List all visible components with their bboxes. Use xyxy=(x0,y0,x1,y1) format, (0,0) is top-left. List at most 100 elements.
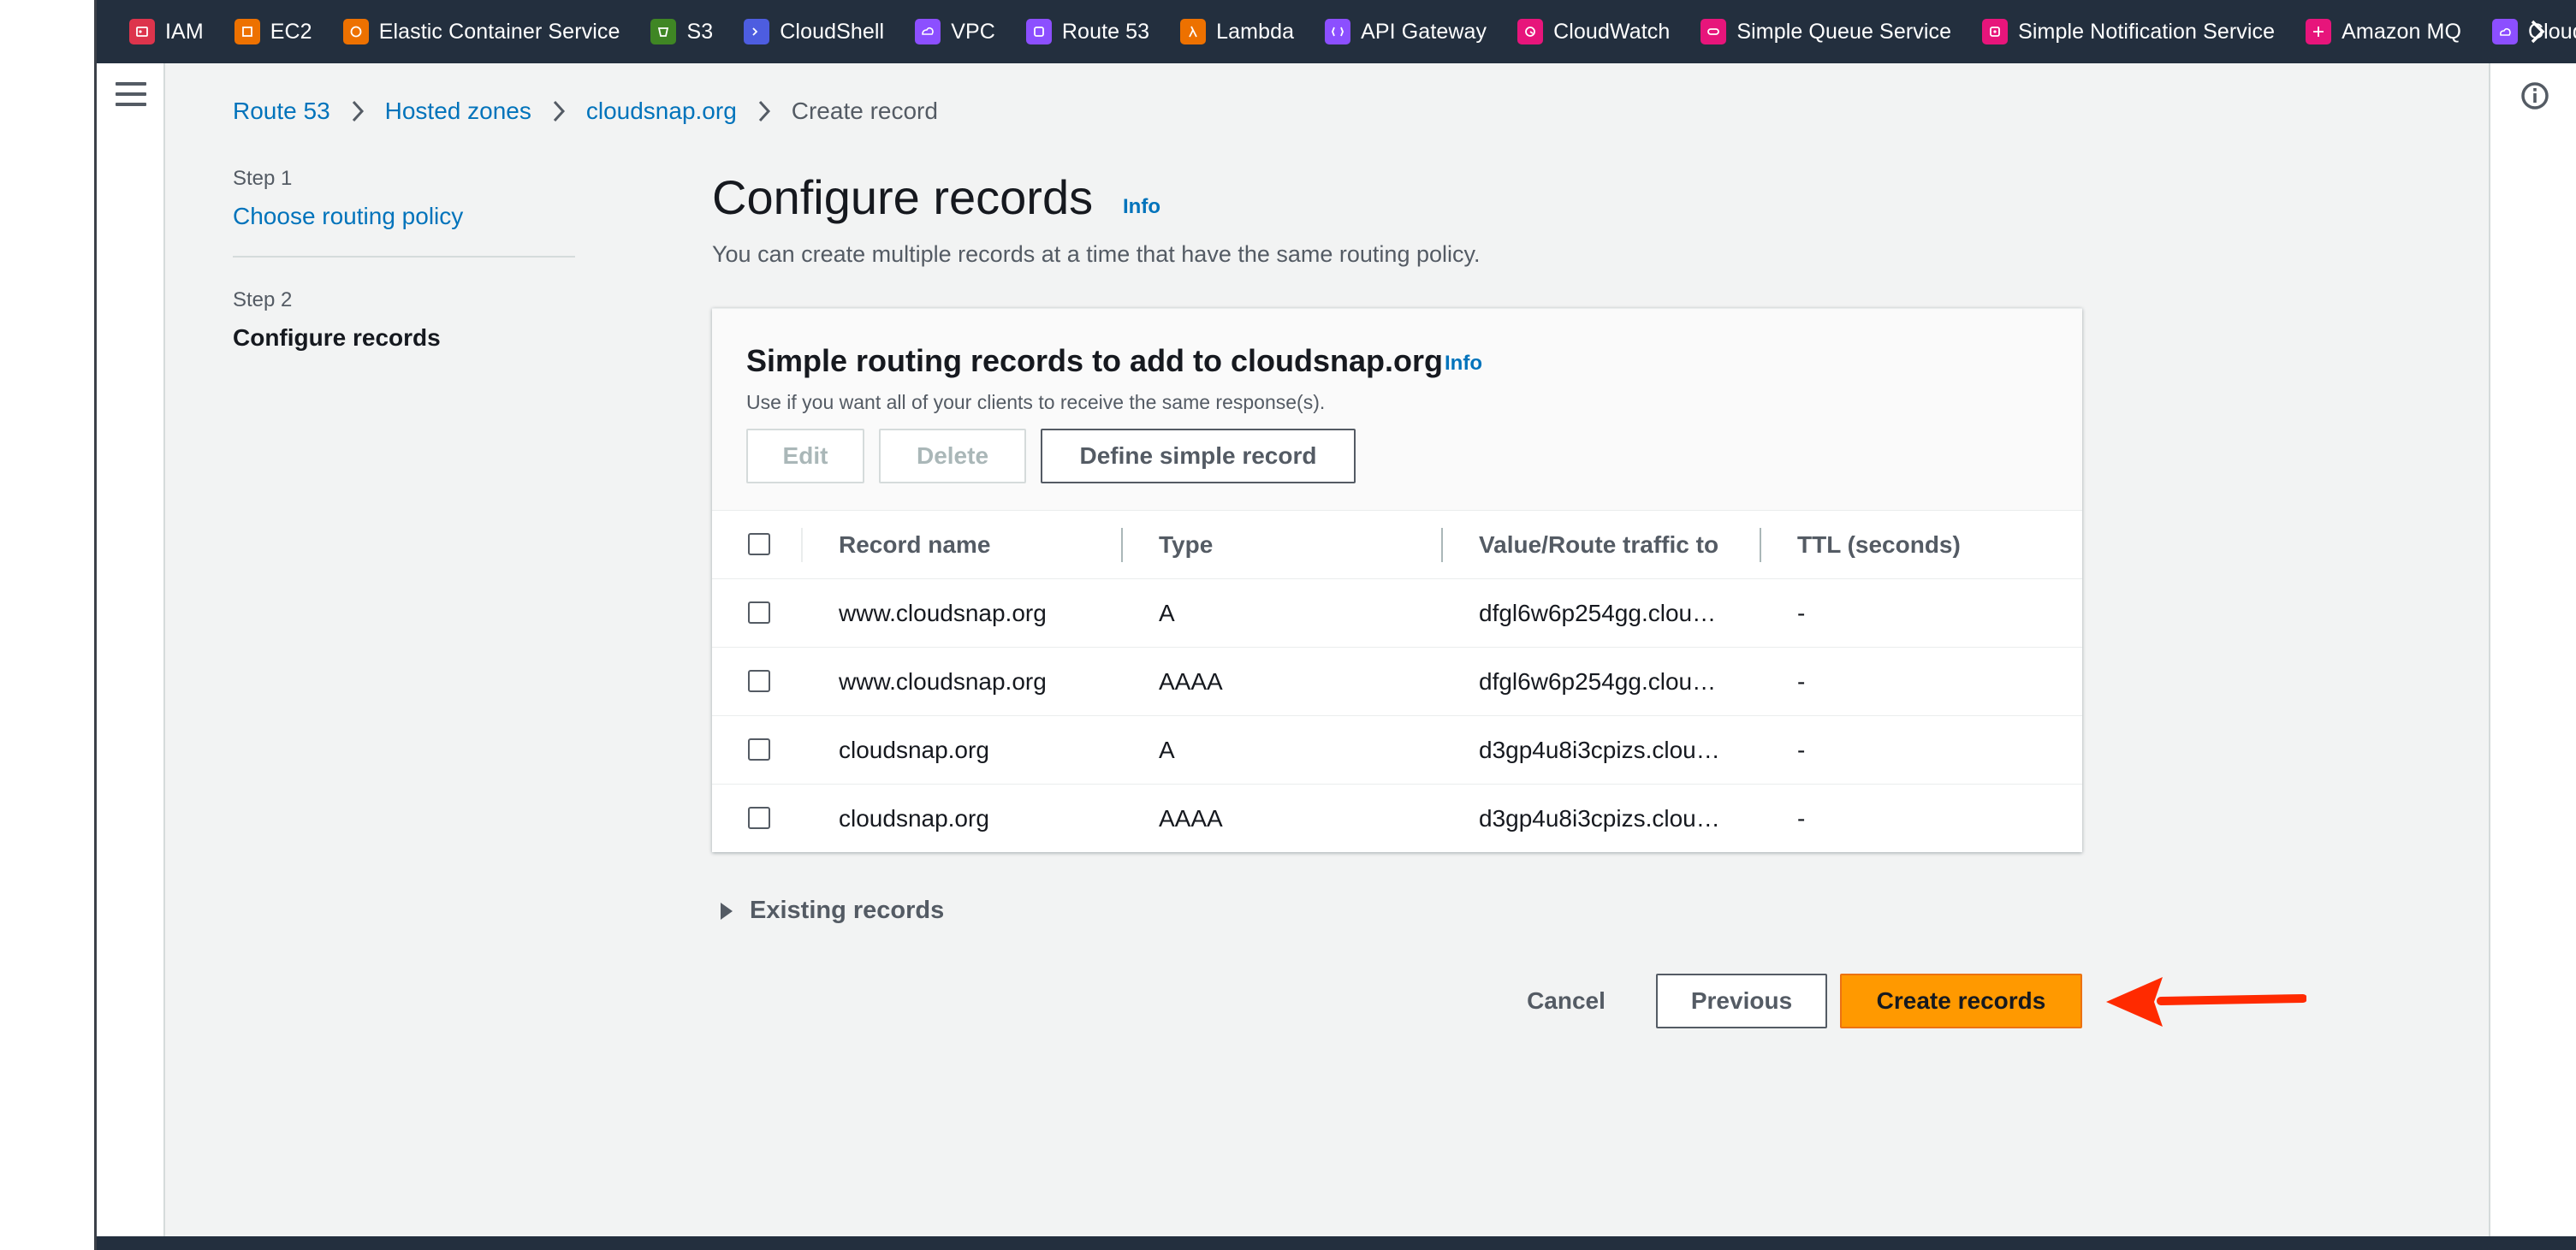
favorite-label: Simple Queue Service xyxy=(1736,19,1952,44)
cell-ttl: - xyxy=(1797,737,1806,763)
column-separator xyxy=(801,528,803,562)
cell-ttl: - xyxy=(1797,600,1806,626)
bottom-bar xyxy=(97,1236,2576,1250)
favorite-api-gateway[interactable]: API Gateway xyxy=(1325,0,1487,63)
create-records-button[interactable]: Create records xyxy=(1840,974,2082,1028)
cell-value: dfgl6w6p254gg.clou… xyxy=(1479,668,1717,695)
column-header-type[interactable]: Type xyxy=(1159,531,1213,559)
column-header-value[interactable]: Value/Route traffic to xyxy=(1479,531,1718,559)
cell-record-name: www.cloudsnap.org xyxy=(839,668,1047,695)
row-checkbox[interactable] xyxy=(748,738,770,761)
favorite-label: Route 53 xyxy=(1061,19,1150,44)
records-card-info-link[interactable]: Info xyxy=(1445,352,1482,376)
cell-record-name: cloudsnap.org xyxy=(839,805,989,832)
lambda-icon xyxy=(1180,19,1207,44)
breadcrumb-zone[interactable]: cloudsnap.org xyxy=(586,98,737,125)
favorite-lambda[interactable]: Lambda xyxy=(1180,0,1294,63)
previous-button[interactable]: Previous xyxy=(1656,974,1827,1028)
table-header: Record name Type Value/Route traffic to … xyxy=(712,511,2082,579)
table-row[interactable]: www.cloudsnap.org AAAA dfgl6w6p254gg.clo… xyxy=(712,648,2082,716)
cell-type: AAAA xyxy=(1159,805,1223,832)
favorite-cloudshell[interactable]: CloudShell xyxy=(744,0,884,63)
amazon-mq-icon xyxy=(2306,19,2332,44)
favorite-s3[interactable]: S3 xyxy=(650,0,713,63)
menu-icon[interactable] xyxy=(116,82,146,108)
cell-value: d3gp4u8i3cpizs.clou… xyxy=(1479,737,1720,763)
table-row[interactable]: cloudsnap.org A d3gp4u8i3cpizs.clou… - xyxy=(712,716,2082,785)
column-header-record-name[interactable]: Record name xyxy=(839,531,990,559)
cancel-button[interactable]: Cancel xyxy=(1513,974,1619,1028)
info-circle-icon[interactable] xyxy=(2520,80,2550,111)
cell-type: A xyxy=(1159,737,1175,763)
favorite-route-53[interactable]: Route 53 xyxy=(1025,0,1150,63)
chevron-right-icon xyxy=(540,98,578,124)
column-resizer[interactable] xyxy=(1121,528,1123,562)
sns-icon xyxy=(1982,19,2009,44)
favorite-label: Elastic Container Service xyxy=(378,19,620,44)
column-resizer[interactable] xyxy=(1441,528,1443,562)
cloudshell-icon xyxy=(744,19,770,44)
favorite-label: VPC xyxy=(951,19,995,44)
column-header-ttl[interactable]: TTL (seconds) xyxy=(1797,531,1961,559)
caret-right-icon xyxy=(721,902,733,920)
existing-records-expander[interactable]: Existing records xyxy=(721,897,944,925)
favorite-label: S3 xyxy=(686,19,714,44)
cell-type: A xyxy=(1159,600,1175,626)
cell-type: AAAA xyxy=(1159,668,1223,695)
favorite-label: IAM xyxy=(165,19,204,44)
existing-records-label: Existing records xyxy=(750,897,945,924)
cloudwatch-icon xyxy=(1517,19,1544,44)
table-body: www.cloudsnap.org A dfgl6w6p254gg.clou… … xyxy=(712,579,2082,853)
records-card-title: Simple routing records to add to cloudsn… xyxy=(746,343,1444,378)
records-card-header: Simple routing records to add to cloudsn… xyxy=(712,309,2082,511)
table-row[interactable]: www.cloudsnap.org A dfgl6w6p254gg.clou… … xyxy=(712,579,2082,648)
api-gateway-icon xyxy=(1325,19,1351,44)
define-simple-record-button[interactable]: Define simple record xyxy=(1041,429,1356,483)
row-checkbox[interactable] xyxy=(748,601,770,624)
step-divider xyxy=(233,256,575,258)
breadcrumb-current: Create record xyxy=(791,98,938,124)
table-row[interactable]: cloudsnap.org AAAA d3gp4u8i3cpizs.clou… … xyxy=(712,785,2082,853)
favorite-elastic-container-service[interactable]: Elastic Container Service xyxy=(342,0,620,63)
cell-ttl: - xyxy=(1797,668,1806,695)
favorite-simple-notification-service[interactable]: Simple Notification Service xyxy=(1982,0,2275,63)
cell-value: dfgl6w6p254gg.clou… xyxy=(1479,600,1717,626)
sqs-icon xyxy=(1701,19,1727,44)
row-checkbox[interactable] xyxy=(748,670,770,692)
left-navigation-rail xyxy=(97,63,165,1236)
ecs-icon xyxy=(342,19,369,44)
favorite-label: Lambda xyxy=(1216,19,1295,44)
step-1-link[interactable]: Choose routing policy xyxy=(233,203,575,230)
favorite-iam[interactable]: IAM xyxy=(129,0,204,63)
favorites-bar: IAM EC2 Elastic Container Service S3 CloudSh… xyxy=(97,0,2576,63)
favorite-label: EC2 xyxy=(270,19,312,44)
cloud-service-icon xyxy=(2492,19,2518,44)
breadcrumb-hosted-zones[interactable]: Hosted zones xyxy=(385,98,531,125)
cell-record-name: cloudsnap.org xyxy=(839,737,989,763)
cell-value: d3gp4u8i3cpizs.clou… xyxy=(1479,805,1720,832)
page-info-link[interactable]: Info xyxy=(1123,195,1160,219)
right-help-rail xyxy=(2489,63,2576,1236)
cell-ttl: - xyxy=(1797,805,1806,832)
row-checkbox[interactable] xyxy=(748,807,770,829)
step-1-number: Step 1 xyxy=(233,167,293,190)
favorite-label: API Gateway xyxy=(1361,19,1487,44)
favorite-cloudwatch[interactable]: CloudWatch xyxy=(1517,0,1670,63)
favorite-label: CloudWatch xyxy=(1553,19,1671,44)
favorite-label: CloudShell xyxy=(780,19,885,44)
favorite-ec2[interactable]: EC2 xyxy=(234,0,312,63)
ec2-icon xyxy=(234,19,260,44)
favorite-amazon-mq[interactable]: Amazon MQ xyxy=(2306,0,2461,63)
select-all-checkbox[interactable] xyxy=(748,533,770,555)
breadcrumb-route53[interactable]: Route 53 xyxy=(233,98,330,125)
iam-icon xyxy=(129,19,155,44)
favorite-vpc[interactable]: VPC xyxy=(915,0,995,63)
column-resizer[interactable] xyxy=(1760,528,1761,562)
cell-record-name: www.cloudsnap.org xyxy=(839,600,1047,626)
edit-button[interactable]: Edit xyxy=(746,429,864,483)
scroll-right-icon[interactable] xyxy=(2525,17,2550,46)
delete-button[interactable]: Delete xyxy=(879,429,1026,483)
favorite-label: Amazon MQ xyxy=(2342,19,2461,44)
page-description: You can create multiple records at a tim… xyxy=(712,241,1481,267)
favorite-simple-queue-service[interactable]: Simple Queue Service xyxy=(1701,0,1951,63)
